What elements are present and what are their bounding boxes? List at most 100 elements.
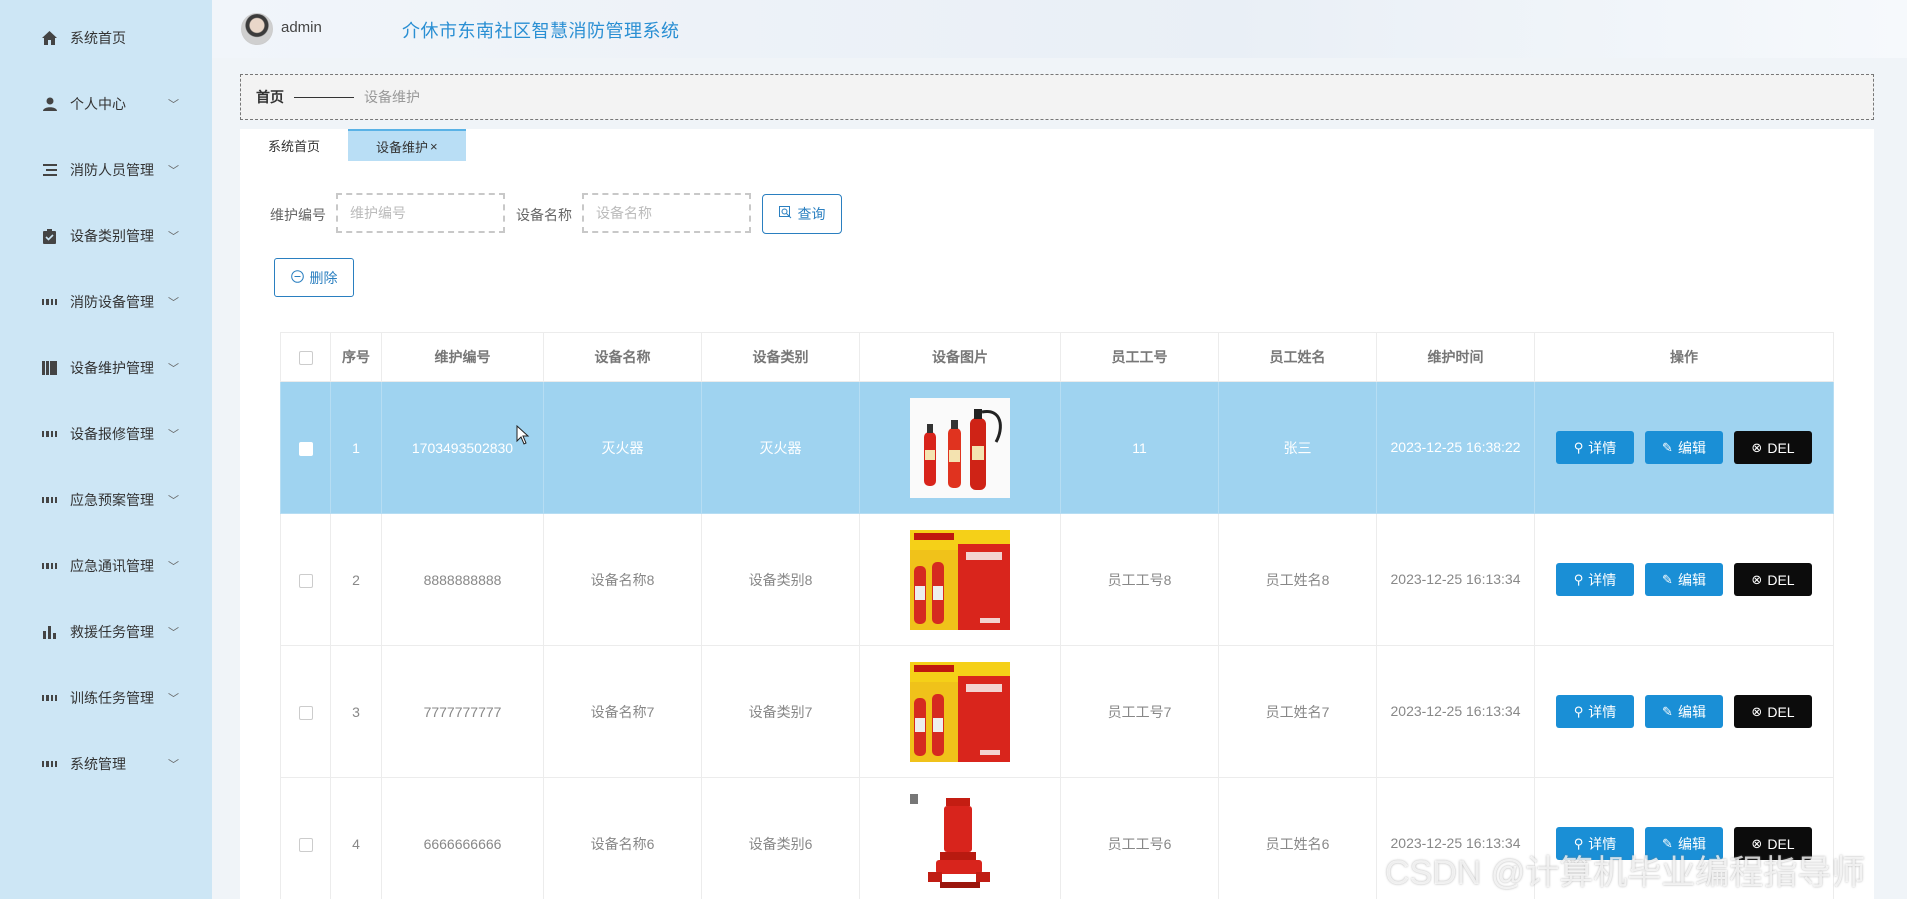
maintenance-code-input[interactable] bbox=[336, 193, 505, 233]
cell-equipment-category: 灭火器 bbox=[701, 381, 860, 514]
query-button-label: 查询 bbox=[797, 206, 826, 222]
sidebar-item-home[interactable]: 系统首页 bbox=[0, 18, 212, 58]
select-all-checkbox[interactable] bbox=[298, 351, 313, 366]
equipment-name-label: 设备名称 bbox=[516, 207, 572, 223]
maintenance-code-label: 维护编号 bbox=[270, 207, 326, 223]
delete-label: DEL bbox=[1767, 703, 1795, 720]
delete-button[interactable]: ⊗ DEL bbox=[1734, 563, 1812, 596]
bar-chart-icon bbox=[42, 625, 57, 640]
extinguisher-kit-photo[interactable] bbox=[910, 529, 1010, 630]
table-row[interactable]: 3 7777777777 设备名称7 设备类别7 员工工号7 员工姓名7 202… bbox=[280, 645, 1834, 778]
sidebar-item-firefighter-management[interactable]: 消防人员管理 ﹀ bbox=[0, 150, 212, 190]
delete-button[interactable]: ⊗ DEL bbox=[1734, 431, 1812, 464]
table-header-row: 序号 维护编号 设备名称 设备类别 设备图片 员工工号 员工姓名 维护时间 操作 bbox=[280, 332, 1834, 382]
sidebar-item-rescue-task[interactable]: 救援任务管理 ﹀ bbox=[0, 612, 212, 652]
detail-button[interactable]: ⚲ 详情 bbox=[1556, 563, 1634, 596]
batch-delete-button[interactable]: 删除 bbox=[274, 258, 354, 297]
cell-index: 4 bbox=[330, 777, 382, 899]
edit-button[interactable]: ✎ 编辑 bbox=[1645, 431, 1723, 464]
column-header: 维护时间 bbox=[1376, 332, 1535, 382]
sidebar-item-emergency-plan[interactable]: 应急预案管理 ﹀ bbox=[0, 480, 212, 520]
edit-button[interactable]: ✎ 编辑 bbox=[1645, 563, 1723, 596]
circle-x-icon: ⊗ bbox=[1751, 571, 1763, 587]
cell-maintenance-time: 2023-12-25 16:13:34 bbox=[1390, 703, 1521, 719]
tab-equipment-maintenance[interactable]: 设备维护 × bbox=[348, 129, 466, 161]
sidebar-item-label: 消防人员管理 bbox=[70, 162, 154, 178]
cell-equipment-category: 设备类别8 bbox=[701, 513, 860, 646]
edit-button[interactable]: ✎ 编辑 bbox=[1645, 695, 1723, 728]
cell-maintenance-code: 1703493502830 bbox=[381, 381, 544, 514]
tab-label: 设备维护 bbox=[376, 139, 429, 155]
minus-circle-icon bbox=[290, 269, 304, 286]
cell-employee-name: 员工姓名6 bbox=[1218, 777, 1377, 899]
extinguisher-kit-photo[interactable] bbox=[910, 661, 1010, 762]
grid-icon bbox=[42, 427, 57, 442]
top-bar: admin 介休市东南社区智慧消防管理系统 bbox=[212, 0, 1907, 58]
close-icon[interactable]: × bbox=[430, 139, 438, 154]
sidebar-item-label: 救援任务管理 bbox=[70, 624, 154, 640]
column-header: 员工工号 bbox=[1060, 332, 1219, 382]
circle-x-icon: ⊗ bbox=[1751, 439, 1763, 455]
circle-x-icon: ⊗ bbox=[1751, 703, 1763, 719]
delete-label: DEL bbox=[1767, 571, 1795, 588]
sidebar-item-label: 设备报修管理 bbox=[70, 426, 154, 442]
sidebar-item-equipment-maintenance[interactable]: 设备维护管理 ﹀ bbox=[0, 348, 212, 388]
detail-label: 详情 bbox=[1588, 571, 1617, 588]
fire-extinguishers-photo[interactable] bbox=[910, 397, 1010, 498]
select-all-cell bbox=[280, 332, 331, 382]
chevron-down-icon: ﹀ bbox=[168, 429, 179, 441]
tab-home[interactable]: 系统首页 bbox=[240, 129, 348, 161]
detail-button[interactable]: ⚲ 详情 bbox=[1556, 695, 1634, 728]
sidebar-item-emergency-communication[interactable]: 应急通讯管理 ﹀ bbox=[0, 546, 212, 586]
sidebar-item-personal-center[interactable]: 个人中心 ﹀ bbox=[0, 84, 212, 124]
sidebar-item-label: 消防设备管理 bbox=[70, 294, 154, 310]
grid-icon bbox=[42, 493, 57, 508]
cell-index: 1 bbox=[330, 381, 382, 514]
detail-button[interactable]: ⚲ 详情 bbox=[1556, 431, 1634, 464]
cell-maintenance-time: 2023-12-25 16:13:34 bbox=[1390, 571, 1521, 587]
maintenance-table: 序号 维护编号 设备名称 设备类别 设备图片 员工工号 员工姓名 维护时间 操作… bbox=[280, 332, 1834, 899]
avatar[interactable] bbox=[241, 13, 273, 45]
grid-icon bbox=[42, 691, 57, 706]
fire-pump-photo[interactable] bbox=[910, 793, 1010, 894]
search-icon: ⚲ bbox=[1573, 703, 1584, 719]
row-checkbox[interactable] bbox=[298, 837, 313, 852]
sidebar-item-fire-equipment[interactable]: 消防设备管理 ﹀ bbox=[0, 282, 212, 322]
sidebar-item-label: 应急通讯管理 bbox=[70, 558, 154, 574]
search-icon: ⚲ bbox=[1573, 439, 1584, 455]
table-row[interactable]: 2 8888888888 设备名称8 设备类别8 员工工号8 员工姓名8 202… bbox=[280, 513, 1834, 646]
chevron-down-icon: ﹀ bbox=[168, 495, 179, 507]
row-checkbox[interactable] bbox=[298, 441, 313, 456]
column-header: 设备类别 bbox=[701, 332, 860, 382]
sidebar-item-training-task[interactable]: 训练任务管理 ﹀ bbox=[0, 678, 212, 718]
username[interactable]: admin bbox=[281, 19, 322, 36]
delete-label: DEL bbox=[1767, 439, 1795, 456]
cell-equipment-name: 灭火器 bbox=[543, 381, 702, 514]
pencil-icon: ✎ bbox=[1662, 703, 1673, 719]
user-icon bbox=[42, 97, 57, 112]
cell-index: 3 bbox=[330, 645, 382, 778]
cell-employee-no: 员工工号6 bbox=[1060, 777, 1219, 899]
row-checkbox[interactable] bbox=[298, 705, 313, 720]
query-button[interactable]: 查询 bbox=[762, 194, 842, 234]
chevron-down-icon: ﹀ bbox=[168, 231, 179, 243]
equipment-name-input[interactable] bbox=[582, 193, 751, 233]
column-header: 设备名称 bbox=[543, 332, 702, 382]
chevron-down-icon: ﹀ bbox=[168, 297, 179, 309]
breadcrumb: 首页 设备维护 bbox=[240, 74, 1874, 120]
cell-equipment-name: 设备名称8 bbox=[543, 513, 702, 646]
cell-employee-no: 员工工号8 bbox=[1060, 513, 1219, 646]
delete-button[interactable]: ⊗ DEL bbox=[1734, 695, 1812, 728]
breadcrumb-home[interactable]: 首页 bbox=[256, 87, 284, 107]
sidebar-item-equipment-repair[interactable]: 设备报修管理 ﹀ bbox=[0, 414, 212, 454]
table-row[interactable]: 1 1703493502830 灭火器 灭火器 11 张三 2023-12-25… bbox=[280, 381, 1834, 514]
sidebar-item-equipment-category[interactable]: 设备类别管理 ﹀ bbox=[0, 216, 212, 256]
cell-equipment-name: 设备名称6 bbox=[543, 777, 702, 899]
row-checkbox[interactable] bbox=[298, 573, 313, 588]
cell-equipment-category: 设备类别6 bbox=[701, 777, 860, 899]
sidebar-item-system-management[interactable]: 系统管理 ﹀ bbox=[0, 744, 212, 784]
search-icon: ⚲ bbox=[1573, 571, 1584, 587]
breadcrumb-current: 设备维护 bbox=[364, 89, 420, 105]
tab-label: 系统首页 bbox=[268, 138, 321, 154]
sidebar: 系统首页 个人中心 ﹀ 消防人员管理 ﹀ 设备类别管理 ﹀ 消防设备管理 ﹀ 设… bbox=[0, 0, 212, 899]
